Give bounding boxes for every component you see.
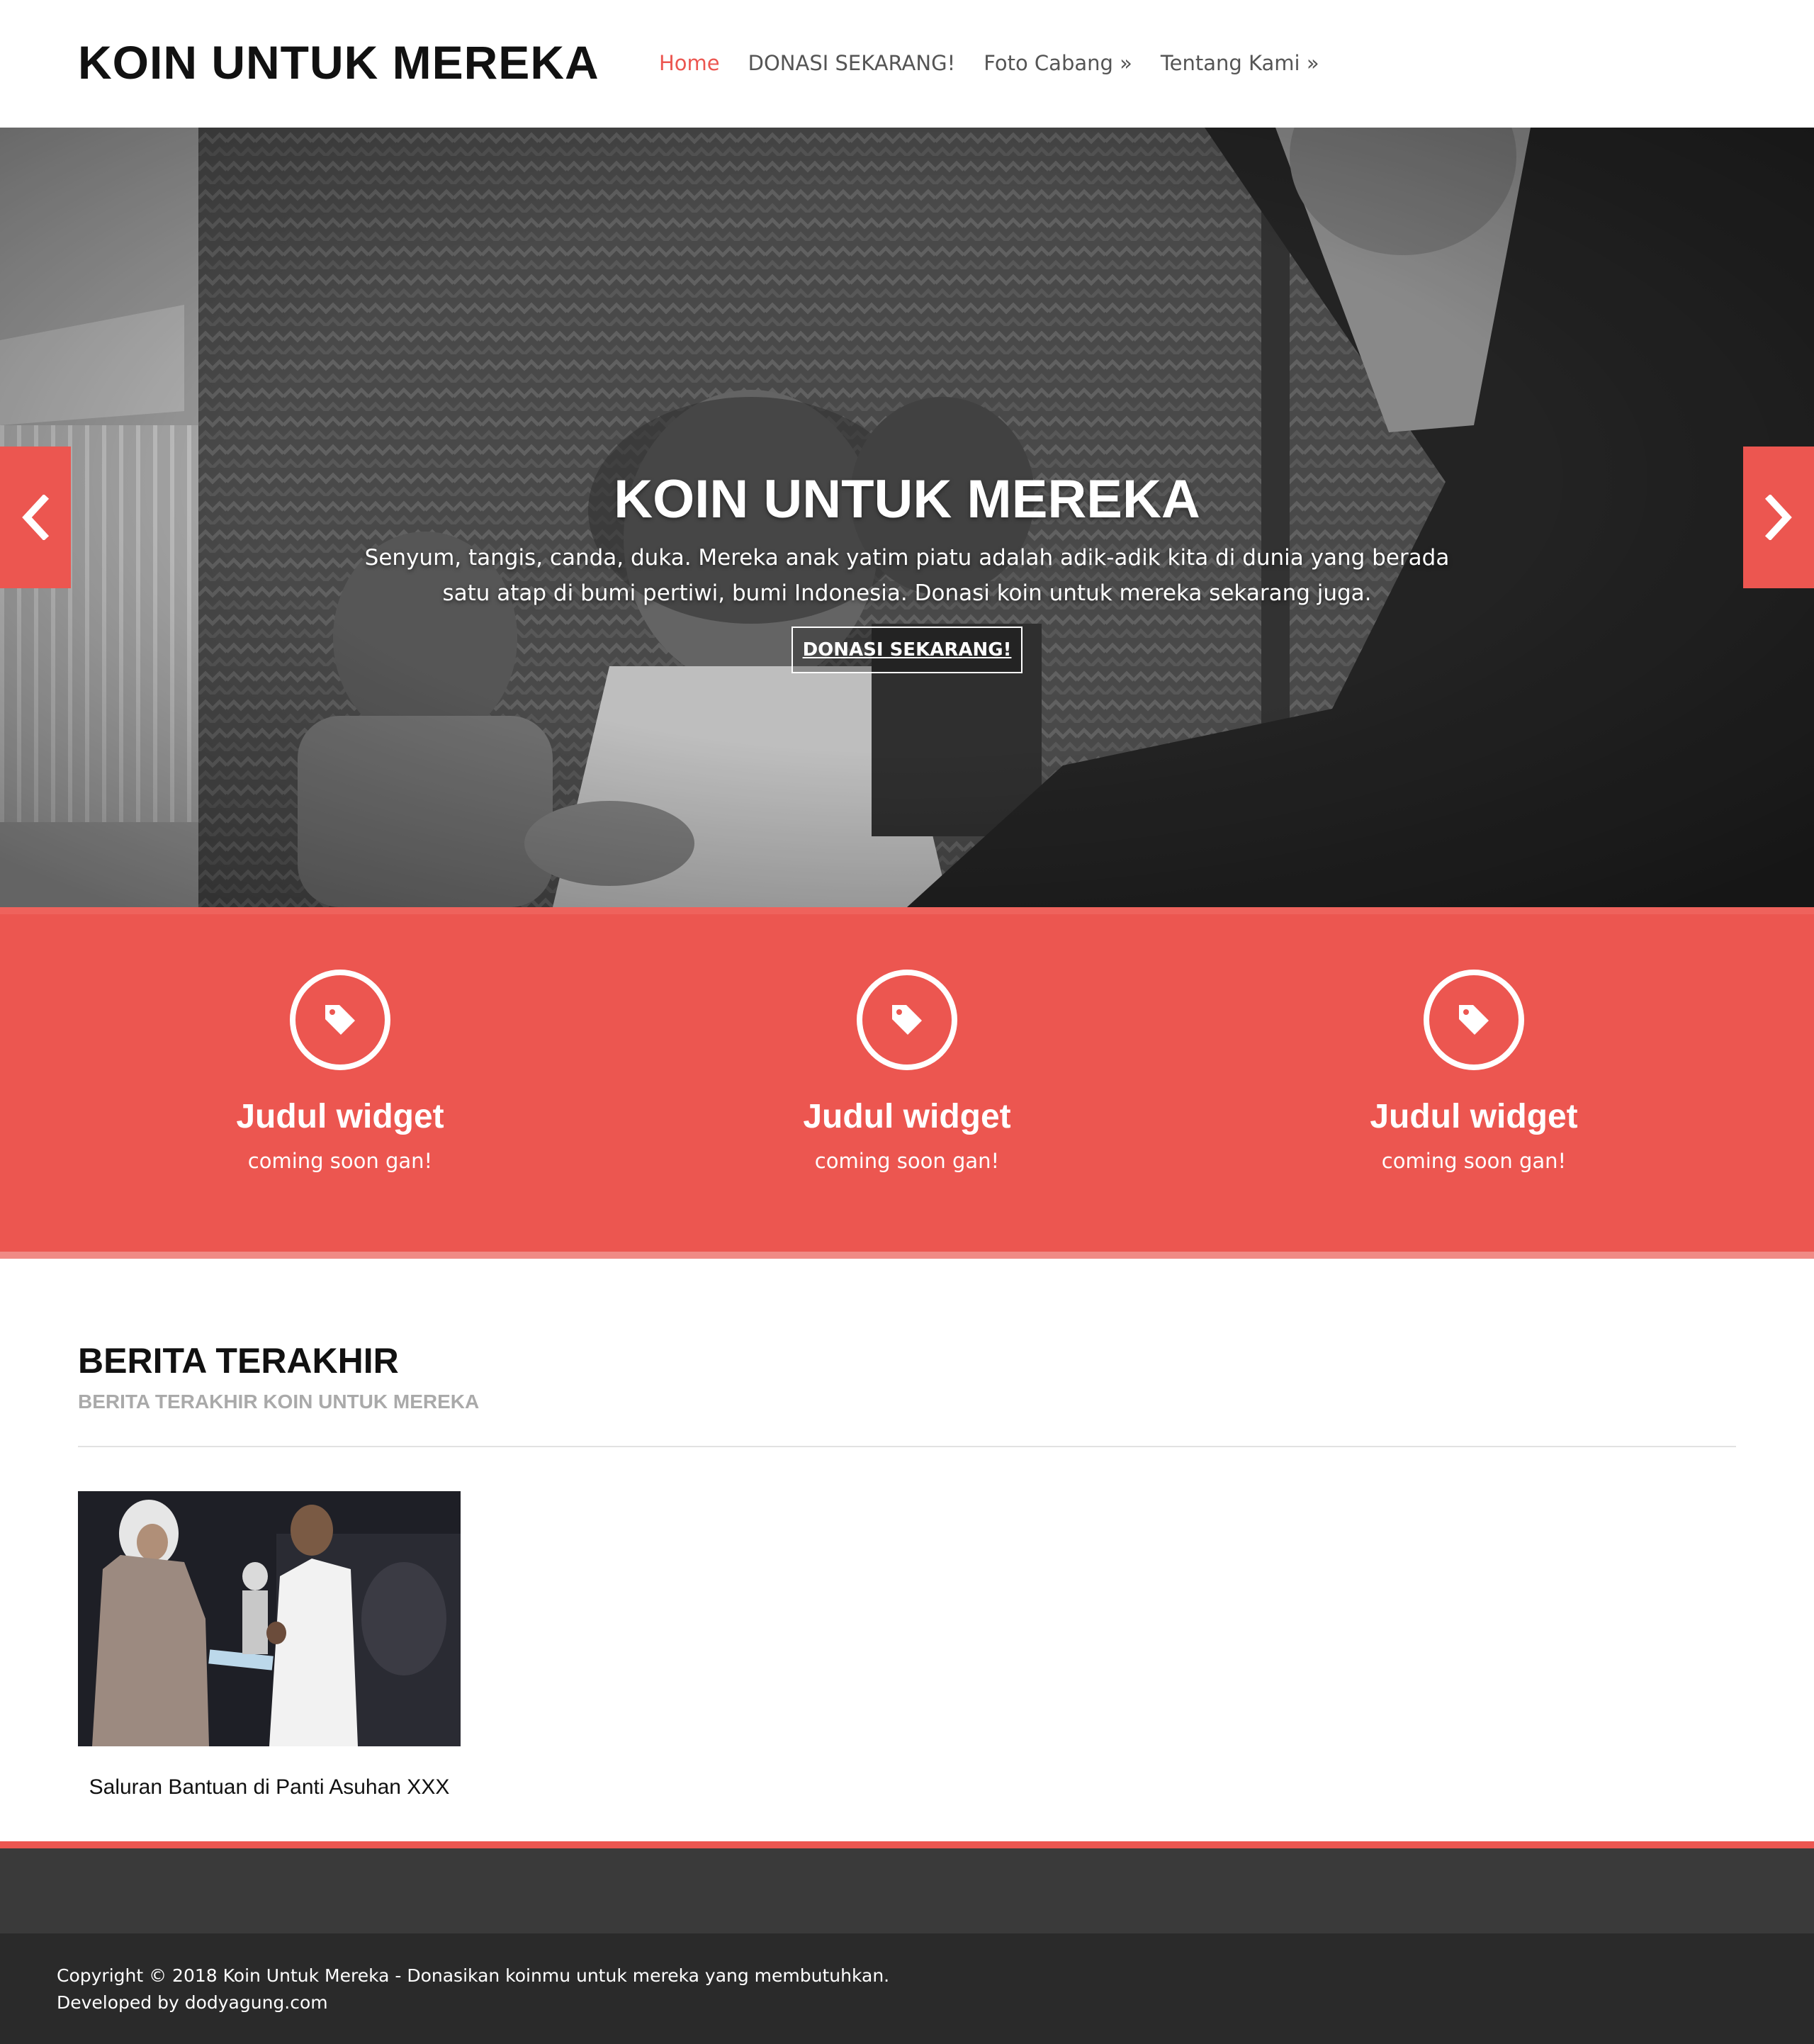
news-card-title[interactable]: Saluran Bantuan di Panti Asuhan XXX [78,1773,461,1802]
site-footer: Copyright © 2018 Koin Untuk Mereka - Don… [0,1933,1814,2044]
widget-1: Judul widget coming soon gan! [57,970,624,1175]
footer-developer-credit[interactable]: Developed by dodyagung.com [57,1990,328,2016]
site-logo[interactable]: KOIN UNTUK MEREKA [78,34,599,91]
donate-now-button[interactable]: DONASI SEKARANG! [791,627,1023,673]
news-photo [78,1491,461,1746]
tag-icon [892,1005,922,1035]
nav-item-donasi[interactable]: DONASI SEKARANG! [748,45,956,81]
widget-icon-circle [1424,970,1524,1070]
site-header: KOIN UNTUK MEREKA Home DONASI SEKARANG! … [0,0,1814,128]
widget-band: Judul widget coming soon gan! Judul widg… [0,907,1814,1259]
widget-text: coming soon gan! [247,1149,433,1173]
widget-title: Judul widget [1370,1098,1578,1135]
news-divider [78,1446,1736,1447]
widget-2: Judul widget coming soon gan! [624,970,1190,1175]
hero-slider: KOIN UNTUK MEREKA Senyum, tangis, canda,… [0,128,1814,907]
widget-text: coming soon gan! [1381,1149,1567,1173]
widget-text: coming soon gan! [814,1149,1000,1173]
chevron-right-icon [1764,495,1792,540]
widget-3: Judul widget coming soon gan! [1190,970,1757,1175]
slider-prev-button[interactable] [0,447,71,588]
nav-item-home[interactable]: Home [659,45,720,81]
widget-icon-circle [857,970,957,1070]
main-nav: Home DONASI SEKARANG! Foto Cabang » Tent… [659,45,1319,81]
nav-item-tentang-kami[interactable]: Tentang Kami » [1161,45,1319,81]
news-section-title: BERITA TERAKHIR [78,1341,399,1381]
footer-copyright: Copyright © 2018 Koin Untuk Mereka - Don… [57,1965,890,1986]
widget-title: Judul widget [803,1098,1011,1135]
hero-title: KOIN UNTUK MEREKA [614,469,1200,529]
hero-description: Senyum, tangis, canda, duka. Mereka anak… [364,545,1450,606]
news-card[interactable]: Saluran Bantuan di Panti Asuhan XXX [78,1491,461,1802]
footer-widgets-area [0,1841,1814,1933]
tag-icon [325,1005,355,1035]
slider-next-button[interactable] [1743,447,1814,588]
hero-caption: KOIN UNTUK MEREKA Senyum, tangis, canda,… [0,468,1814,673]
chevron-left-icon [22,495,50,540]
news-section-subtitle: BERITA TERAKHIR KOIN UNTUK MEREKA [78,1391,480,1413]
news-thumbnail[interactable] [78,1491,461,1746]
tag-icon [1459,1005,1489,1035]
widget-icon-circle [290,970,390,1070]
widget-title: Judul widget [236,1098,444,1135]
nav-item-foto-cabang[interactable]: Foto Cabang » [984,45,1132,81]
